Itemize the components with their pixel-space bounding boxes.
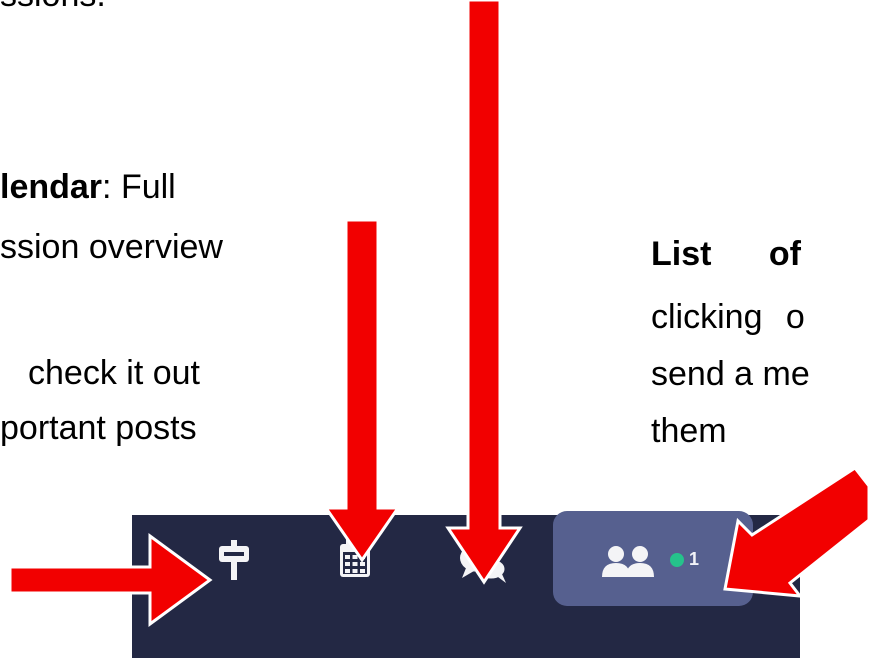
calendar-description-line2: ssion overview [0,228,223,266]
calendar-desc-rest: : Full [102,168,176,206]
board-description-line2: portant posts [0,409,197,447]
online-count: 1 [689,549,700,569]
calendar-icon[interactable] [339,539,371,577]
list-description-line3: send a me [651,355,810,393]
chat-bubbles-icon[interactable] [456,541,510,585]
top-partial-text: ssions. [0,0,106,12]
people-icon [600,545,658,577]
arrow-to-calendar [323,218,401,563]
arrow-to-chat [445,0,523,585]
list-description-title: List of [651,235,801,273]
calendar-title: lendar [0,168,103,206]
signpost-icon[interactable] [216,540,252,580]
board-description-line1: check it out [28,354,200,392]
list-description-line4: them [651,412,727,450]
list-description-line2: clicking o [651,298,805,336]
online-status-dot [670,553,684,567]
calendar-description: lendar: Full [0,170,176,204]
